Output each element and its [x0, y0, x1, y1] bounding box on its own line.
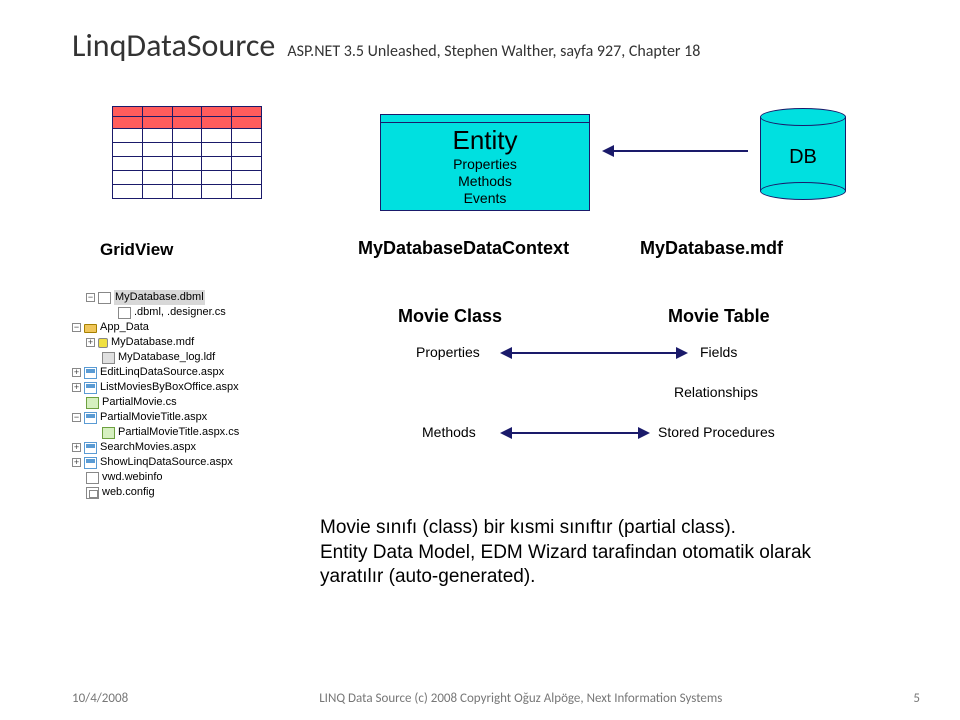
- db-label: DB: [760, 146, 846, 169]
- aspx-icon: [84, 457, 97, 469]
- tree-item[interactable]: web.config: [102, 485, 155, 500]
- expand-icon[interactable]: +: [86, 338, 95, 347]
- footer-copyright: LINQ Data Source (c) 2008 Copyright Oğuz…: [319, 691, 722, 706]
- tree-item[interactable]: SearchMovies.aspx: [100, 440, 196, 455]
- collapse-icon[interactable]: −: [86, 293, 95, 302]
- expand-icon[interactable]: +: [72, 458, 81, 467]
- tree-item[interactable]: .dbml, .designer.cs: [134, 305, 226, 320]
- tree-item[interactable]: MyDatabase.mdf: [111, 335, 194, 350]
- gridview-icon: [112, 106, 262, 199]
- tree-item[interactable]: MyDatabase_log.ldf: [118, 350, 215, 365]
- para-line-1: Movie sınıfı (class) bir kısmi sınıftır …: [320, 517, 736, 538]
- tree-item[interactable]: ListMoviesByBoxOffice.aspx: [100, 380, 239, 395]
- aspx-icon: [84, 412, 97, 424]
- arrow-methods-sp: [510, 432, 640, 434]
- solution-explorer-tree: − MyDatabase.dbml .dbml, .designer.cs − Ap…: [72, 290, 282, 500]
- description-paragraph: Movie sınıfı (class) bir kısmi sınıftır …: [320, 516, 860, 590]
- movie-table-label: Movie Table: [668, 306, 770, 327]
- relationships-label: Relationships: [674, 384, 758, 400]
- aspx-icon: [84, 442, 97, 454]
- tree-item[interactable]: App_Data: [100, 320, 149, 335]
- fields-label: Fields: [700, 344, 737, 360]
- collapse-icon[interactable]: −: [72, 413, 81, 422]
- tree-item[interactable]: ShowLinqDataSource.aspx: [100, 455, 233, 470]
- aspx-icon: [84, 382, 97, 394]
- tree-item[interactable]: EditLinqDataSource.aspx: [100, 365, 224, 380]
- arrow-props-fields: [510, 352, 678, 354]
- tree-item[interactable]: PartialMovieTitle.aspx.cs: [118, 425, 239, 440]
- tree-item[interactable]: MyDatabase.dbml: [114, 290, 205, 305]
- tree-item[interactable]: vwd.webinfo: [102, 470, 163, 485]
- database-icon: DB: [760, 108, 846, 200]
- arrow-db-entity: [612, 150, 748, 152]
- expand-icon[interactable]: +: [72, 368, 81, 377]
- entity-events: Events: [381, 190, 589, 207]
- entity-properties: Properties: [381, 156, 589, 173]
- tree-item[interactable]: PartialMovie.cs: [102, 395, 177, 410]
- entity-box: Entity Properties Methods Events: [380, 114, 590, 211]
- entity-title: Entity: [381, 125, 589, 156]
- ldf-icon: [102, 352, 115, 364]
- movie-class-label: Movie Class: [398, 306, 502, 327]
- gridview-label: GridView: [100, 240, 173, 260]
- stored-procedures-label: Stored Procedures: [658, 424, 775, 440]
- config-icon: [86, 487, 99, 499]
- methods-label: Methods: [422, 424, 476, 440]
- aspx-icon: [84, 367, 97, 379]
- file-icon: [118, 307, 131, 319]
- cs-icon: [102, 427, 115, 439]
- cs-icon: [86, 397, 99, 409]
- footer-page: 5: [913, 691, 920, 706]
- page-subtitle: ASP.NET 3.5 Unleashed, Stephen Walther, …: [287, 42, 700, 61]
- datacontext-label: MyDatabaseDataContext: [358, 238, 569, 259]
- dbml-icon: [98, 292, 111, 304]
- page-title: LinqDataSource: [72, 26, 275, 65]
- para-line-2: Entity Data Model, EDM Wizard tarafindan…: [320, 542, 811, 588]
- expand-icon[interactable]: +: [72, 383, 81, 392]
- mdf-icon: [98, 338, 108, 348]
- tree-item[interactable]: PartialMovieTitle.aspx: [100, 410, 207, 425]
- mdf-label: MyDatabase.mdf: [640, 238, 783, 259]
- collapse-icon[interactable]: −: [72, 323, 81, 332]
- file-icon: [86, 472, 99, 484]
- properties-label: Properties: [416, 344, 480, 360]
- entity-methods: Methods: [381, 173, 589, 190]
- expand-icon[interactable]: +: [72, 443, 81, 452]
- footer-date: 10/4/2008: [72, 691, 128, 706]
- folder-icon: [84, 324, 97, 333]
